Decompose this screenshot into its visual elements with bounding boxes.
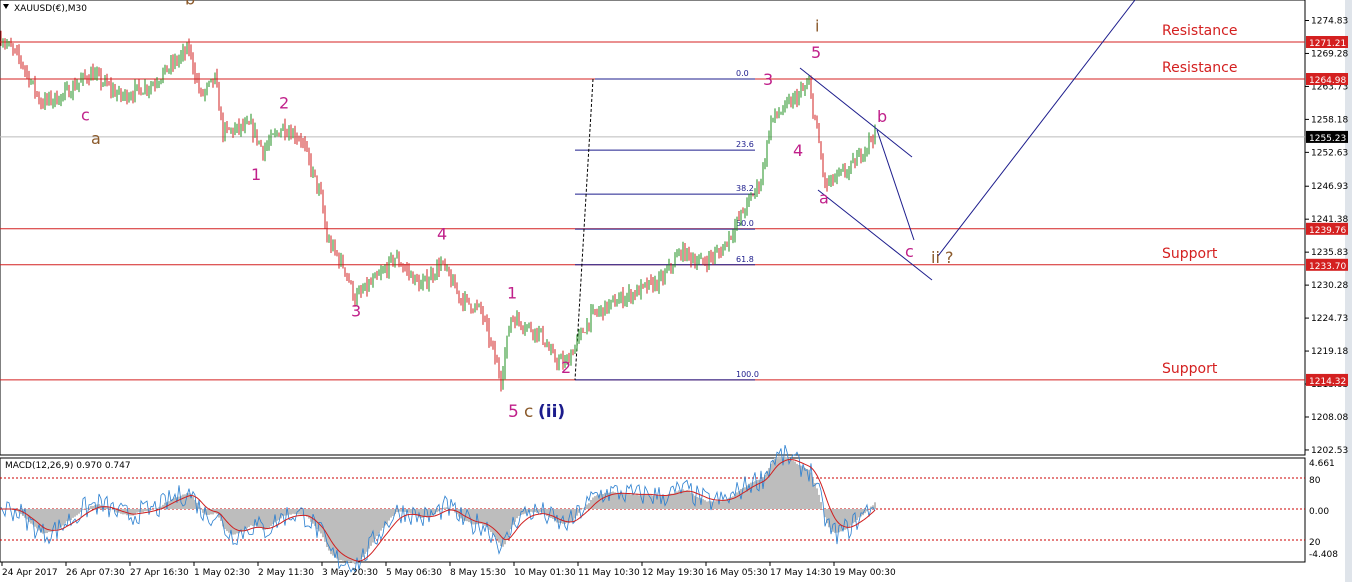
x-tick-label: 1 May 02:30	[194, 568, 250, 578]
y-tick-label: 1258.18	[1311, 115, 1348, 125]
fib-level-label: 0.0	[736, 69, 749, 78]
wave-label: i	[815, 16, 819, 35]
wave-label: 2	[279, 94, 289, 113]
x-tick-label: 24 Apr 2017	[2, 568, 58, 578]
macd-tick-label: 80	[1309, 476, 1321, 486]
level-price-label: 1214.32	[1309, 377, 1346, 387]
wave-label: 3	[351, 301, 361, 320]
x-tick-label: 5 May 06:30	[386, 568, 442, 578]
wave-label-ii: (ii)	[538, 402, 565, 422]
level-text: Support	[1162, 361, 1218, 377]
wave-label: 1	[507, 284, 517, 303]
wave-label: 4	[437, 224, 447, 243]
x-tick-label: 2 May 11:30	[258, 568, 314, 578]
macd-tick-label: 20	[1309, 538, 1321, 548]
macd-panel-frame	[0, 457, 1306, 563]
x-tick-label: 8 May 15:30	[450, 568, 506, 578]
y-tick-label: 1252.63	[1311, 148, 1348, 158]
level-price-label: 1271.21	[1309, 39, 1346, 49]
x-tick-label: 19 May 00:30	[834, 568, 896, 578]
macd-tick-label: 0.00	[1309, 507, 1329, 517]
level-price-label: 1239.76	[1309, 226, 1346, 236]
wave-label: b	[877, 107, 887, 126]
wave-label: 2	[561, 358, 571, 377]
x-tick-label: 3 May 20:30	[322, 568, 378, 578]
x-tick-label: 27 Apr 16:30	[130, 568, 189, 578]
wave-label: b	[185, 0, 195, 9]
y-tick-label: 1274.83	[1311, 16, 1348, 26]
wave-label: 1	[251, 165, 261, 184]
x-tick-label: 10 May 01:30	[514, 568, 576, 578]
y-tick-label: 1269.28	[1311, 49, 1348, 59]
y-tick-label: 1208.08	[1311, 413, 1348, 423]
level-text: Resistance	[1162, 23, 1237, 39]
wave-label: a	[819, 189, 829, 208]
wave-label: 5	[811, 43, 821, 62]
macd-label: MACD(12,26,9) 0.970 0.747	[5, 461, 131, 471]
wave-label: 4	[793, 141, 803, 160]
y-tick-label: 1235.83	[1311, 248, 1348, 258]
wave-label-c: c	[524, 402, 533, 422]
fib-level-label: 61.8	[736, 255, 754, 264]
y-tick-label: 1219.18	[1311, 347, 1348, 357]
level-price-label: 1233.70	[1309, 262, 1346, 272]
y-tick-label: 1230.28	[1311, 281, 1348, 291]
x-tick-label: 12 May 19:30	[642, 568, 704, 578]
macd-tick-label: -4.408	[1309, 550, 1338, 560]
wave-label: 3	[763, 70, 773, 89]
macd-tick-label: 4.661	[1309, 459, 1335, 469]
level-text: Resistance	[1162, 60, 1237, 76]
y-tick-label: 1224.73	[1311, 314, 1348, 324]
level-text: Support	[1162, 246, 1218, 262]
chart[interactable]: ResistanceResistanceSupportSupport 0.023…	[0, 0, 1352, 582]
fib-level-label: 38.2	[736, 184, 754, 193]
wave-label: c	[81, 105, 90, 124]
level-price-label: 1264.98	[1309, 76, 1346, 86]
wave-label-5: 5	[508, 402, 519, 422]
main-panel-frame	[0, 0, 1306, 456]
symbol-title: XAUUSD(€),M30	[14, 4, 87, 14]
y-tick-label: 1202.53	[1311, 446, 1348, 456]
wave-label: a	[91, 129, 101, 148]
x-tick-label: 11 May 10:30	[578, 568, 640, 578]
fib-level-label: 100.0	[736, 370, 759, 379]
wave-label: c	[905, 242, 914, 261]
current-price-label: 1255.23	[1309, 134, 1346, 144]
fib-level-label: 23.6	[736, 140, 754, 149]
x-tick-label: 17 May 14:30	[770, 568, 832, 578]
wave-label: ii ?	[931, 248, 953, 267]
x-tick-label: 26 Apr 07:30	[66, 568, 125, 578]
x-tick-label: 16 May 05:30	[706, 568, 768, 578]
y-tick-label: 1246.93	[1311, 182, 1348, 192]
